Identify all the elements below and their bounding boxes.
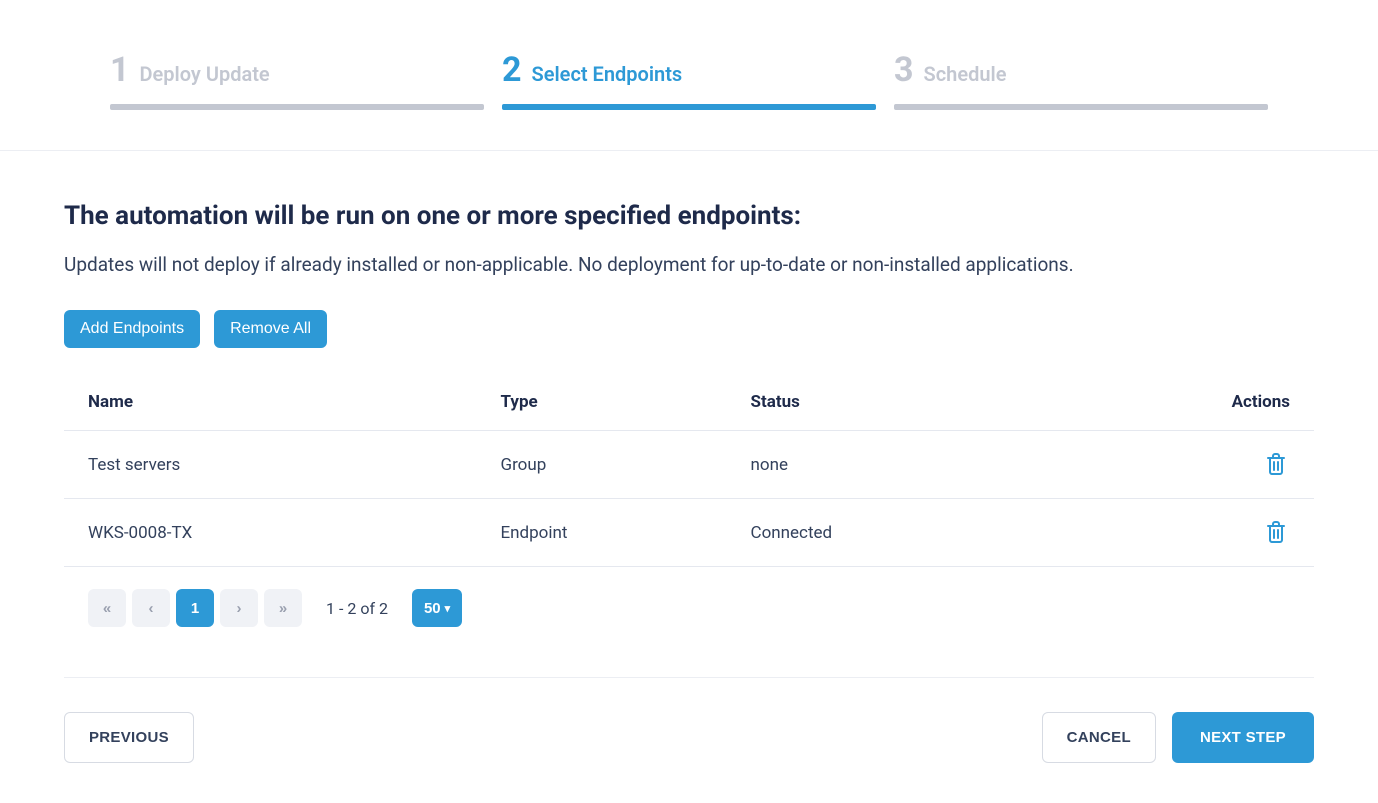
add-endpoints-button[interactable]: Add Endpoints (64, 310, 200, 348)
next-step-button[interactable]: NEXT STEP (1172, 712, 1314, 763)
page-prev-button[interactable]: ‹ (132, 589, 170, 627)
pagination: « ‹ 1 › » 1 - 2 of 2 50 ▾ (64, 567, 1314, 637)
step-select-endpoints[interactable]: 2 Select Endpoints (502, 50, 876, 110)
page-size-select[interactable]: 50 ▾ (412, 589, 462, 627)
table-row: WKS-0008-TX Endpoint Connected (64, 499, 1314, 567)
col-status: Status (727, 374, 1165, 431)
cell-name: Test servers (64, 431, 477, 499)
step-progress-bar (502, 104, 876, 110)
cell-type: Group (477, 431, 727, 499)
step-number: 1 (110, 50, 130, 90)
step-label: Schedule (924, 62, 1007, 86)
wizard-footer: PREVIOUS CANCEL NEXT STEP (64, 712, 1314, 763)
chevron-down-icon: ▾ (445, 602, 451, 615)
table-row: Test servers Group none (64, 431, 1314, 499)
page-number-button[interactable]: 1 (176, 589, 214, 627)
trash-icon (1266, 453, 1286, 475)
step-progress-bar (894, 104, 1268, 110)
cell-type: Endpoint (477, 499, 727, 567)
step-number: 2 (502, 50, 522, 90)
delete-row-button[interactable] (1262, 449, 1290, 479)
footer-divider (64, 677, 1314, 678)
col-name: Name (64, 374, 477, 431)
table-header-row: Name Type Status Actions (64, 374, 1314, 431)
step-number: 3 (894, 50, 914, 90)
remove-all-button[interactable]: Remove All (214, 310, 327, 348)
page-last-button[interactable]: » (264, 589, 302, 627)
endpoints-table: Name Type Status Actions Test servers Gr… (64, 374, 1314, 567)
step-label: Deploy Update (140, 62, 270, 86)
cell-name: WKS-0008-TX (64, 499, 477, 567)
page-info: 1 - 2 of 2 (326, 599, 388, 618)
step-progress-bar (110, 104, 484, 110)
step-schedule[interactable]: 3 Schedule (894, 50, 1268, 110)
delete-row-button[interactable] (1262, 517, 1290, 547)
page-first-button[interactable]: « (88, 589, 126, 627)
page-next-button[interactable]: › (220, 589, 258, 627)
page-subtext: Updates will not deploy if already insta… (64, 253, 1314, 276)
cell-status: none (727, 431, 1165, 499)
cancel-button[interactable]: CANCEL (1042, 712, 1156, 763)
col-actions: Actions (1164, 374, 1314, 431)
col-type: Type (477, 374, 727, 431)
previous-button[interactable]: PREVIOUS (64, 712, 194, 763)
step-deploy-update[interactable]: 1 Deploy Update (110, 50, 484, 110)
page-size-value: 50 (424, 600, 441, 617)
cell-status: Connected (727, 499, 1165, 567)
wizard-stepper: 1 Deploy Update 2 Select Endpoints 3 Sch… (0, 0, 1378, 150)
step-label: Select Endpoints (532, 62, 683, 86)
page-heading: The automation will be run on one or mor… (64, 201, 1314, 231)
trash-icon (1266, 521, 1286, 543)
